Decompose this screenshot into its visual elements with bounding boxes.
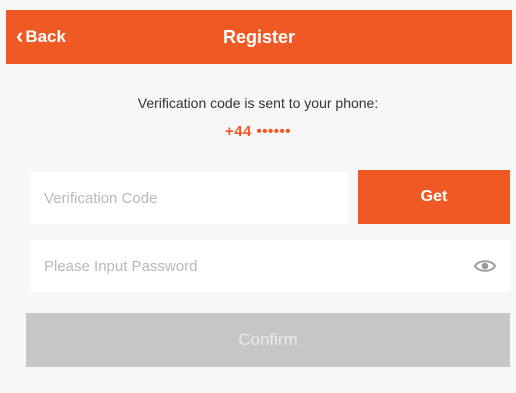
- register-screen: ‹ Back Register Verification code is sen…: [0, 0, 516, 393]
- nav-bar: ‹ Back Register: [6, 10, 512, 64]
- password-field: [30, 239, 510, 293]
- verification-code-field: [30, 171, 348, 225]
- phone-number: +44 ••••••: [224, 123, 292, 140]
- get-code-button[interactable]: Get: [358, 170, 510, 224]
- verification-message: Verification code is sent to your phone:: [137, 95, 379, 111]
- confirm-button[interactable]: Confirm: [26, 313, 510, 367]
- password-input[interactable]: [30, 239, 510, 293]
- verification-code-input[interactable]: [30, 171, 348, 225]
- page-title: Register: [222, 27, 296, 47]
- eye-icon[interactable]: [474, 257, 496, 275]
